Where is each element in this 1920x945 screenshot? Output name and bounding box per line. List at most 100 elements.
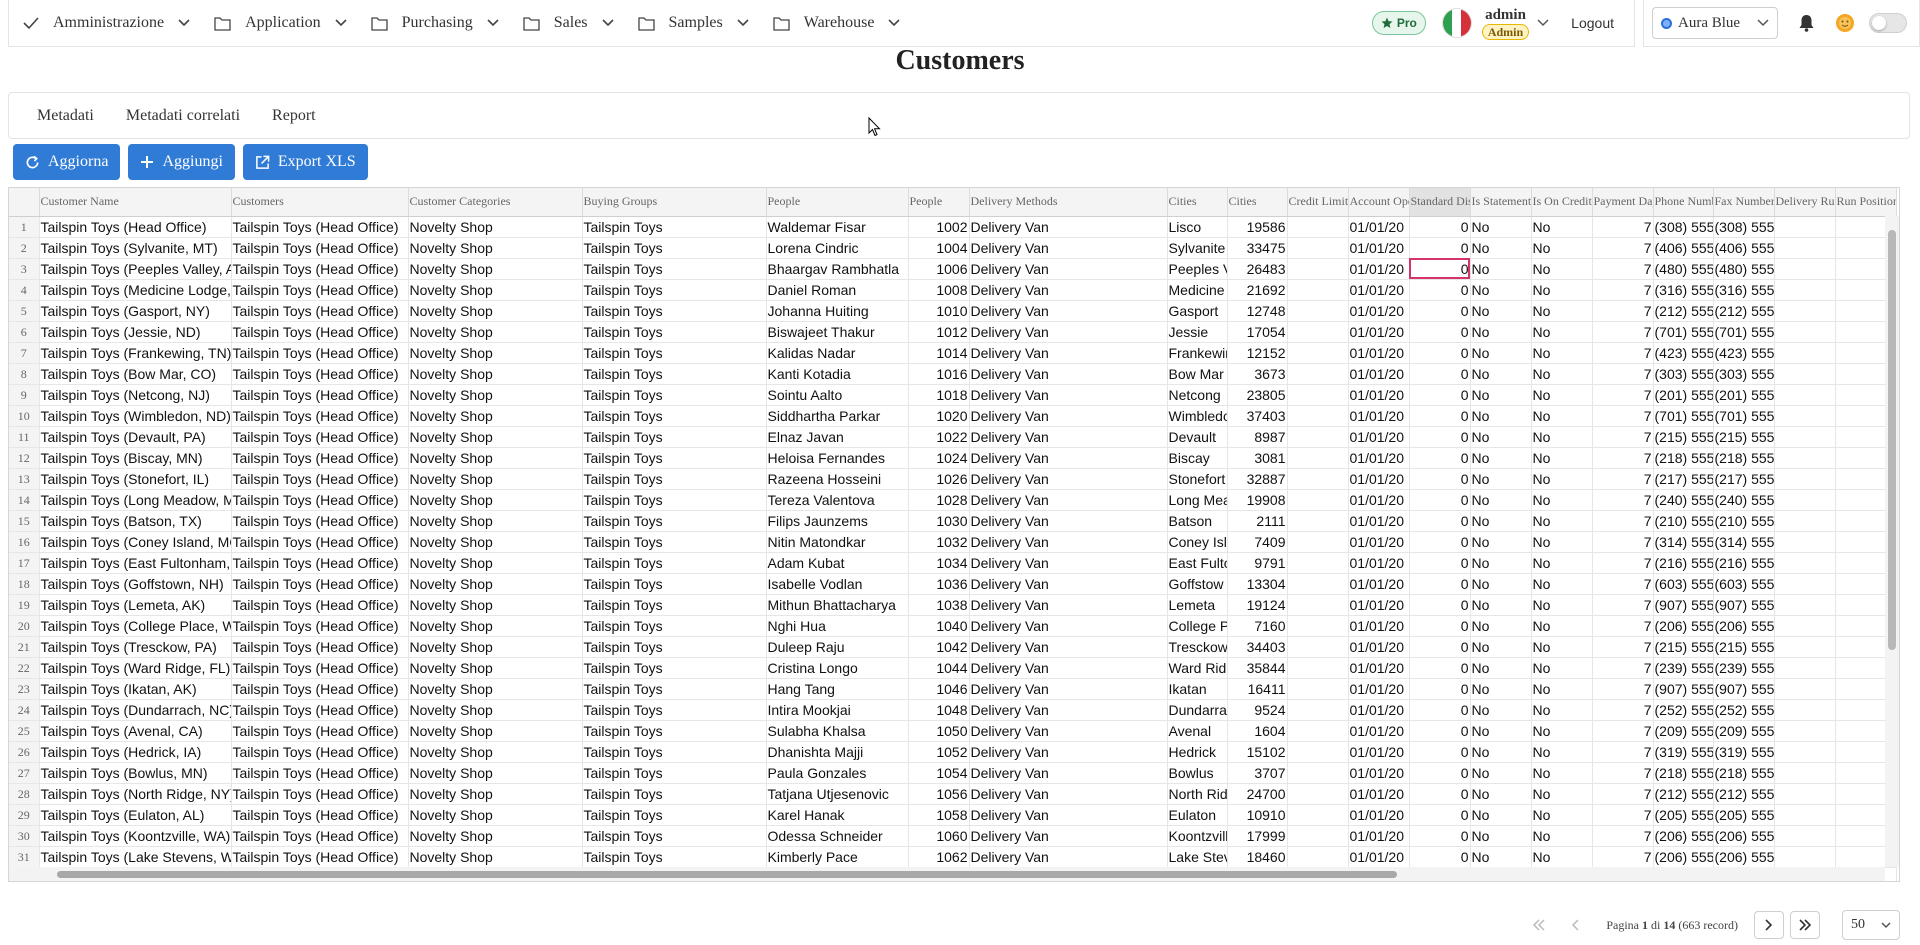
table-cell[interactable]: [1774, 342, 1836, 364]
table-cell[interactable]: 7: [1592, 783, 1654, 805]
column-header[interactable]: Credit Limit: [1287, 188, 1349, 217]
table-cell[interactable]: No: [1531, 573, 1593, 595]
table-cell[interactable]: [1774, 531, 1836, 553]
table-cell[interactable]: 1042: [908, 636, 970, 658]
table-cell[interactable]: Tailspin Toys (Head Office): [231, 258, 409, 280]
column-header[interactable]: Phone Number: [1653, 188, 1714, 217]
table-cell[interactable]: Delivery Van: [969, 741, 1168, 763]
table-cell[interactable]: 0: [1409, 342, 1471, 364]
table-cell[interactable]: 0: [1409, 531, 1471, 553]
table-cell[interactable]: (308) 555: [1653, 216, 1714, 238]
table-cell[interactable]: No: [1470, 342, 1532, 364]
table-cell[interactable]: (423) 555: [1653, 342, 1714, 364]
table-cell[interactable]: (206) 555: [1653, 615, 1714, 637]
table-cell[interactable]: 1020: [908, 405, 970, 427]
table-cell[interactable]: Koontzvill: [1167, 825, 1228, 847]
table-cell[interactable]: 0: [1409, 804, 1471, 826]
table-cell[interactable]: Novelty Shop: [408, 825, 583, 847]
table-cell[interactable]: Tailspin Toys: [582, 531, 767, 553]
table-cell[interactable]: No: [1531, 825, 1593, 847]
table-cell[interactable]: Novelty Shop: [408, 384, 583, 406]
table-cell[interactable]: [1287, 342, 1349, 364]
table-cell[interactable]: Tailspin Toys (Long Meadow, MD): [39, 489, 232, 511]
table-cell[interactable]: 7: [1592, 636, 1654, 658]
table-cell[interactable]: No: [1531, 321, 1593, 343]
table-cell[interactable]: Novelty Shop: [408, 552, 583, 574]
table-cell[interactable]: Tailspin Toys (Head Office): [231, 720, 409, 742]
table-cell[interactable]: No: [1470, 363, 1532, 385]
table-cell[interactable]: Novelty Shop: [408, 489, 583, 511]
table-cell[interactable]: Delivery Van: [969, 552, 1168, 574]
table-row[interactable]: 6 Tailspin Toys (Jessie, ND) Tailspin Toys…: [9, 321, 1897, 343]
table-cell[interactable]: 1032: [908, 531, 970, 553]
table-cell[interactable]: Tailspin Toys (Head Office): [231, 783, 409, 805]
table-row[interactable]: 17Tailspin Toys (East Fultonham, OH)Tail…: [9, 552, 1897, 574]
table-cell[interactable]: 01/01/20: [1348, 489, 1410, 511]
table-cell[interactable]: Nitin Matondkar: [766, 531, 909, 553]
table-cell[interactable]: Tailspin Toys: [582, 216, 767, 238]
table-cell[interactable]: 7: [1592, 447, 1654, 469]
table-cell[interactable]: Delivery Van: [969, 405, 1168, 427]
table-cell[interactable]: Tailspin Toys (Head Office): [39, 216, 232, 238]
table-row[interactable]: 19 Tailspin Toys (Lemeta, AK) Tailspin Toy…: [9, 594, 1897, 616]
table-cell[interactable]: 0: [1409, 405, 1471, 427]
table-cell[interactable]: Novelty Shop: [408, 741, 583, 763]
table-cell[interactable]: [1774, 741, 1836, 763]
table-cell[interactable]: Tatjana Utjesenovic: [766, 783, 909, 805]
table-cell[interactable]: (216) 555: [1713, 552, 1775, 574]
table-cell[interactable]: Tailspin Toys (Goffstown, NH): [39, 573, 232, 595]
table-cell[interactable]: [1774, 258, 1836, 280]
table-cell[interactable]: [1774, 594, 1836, 616]
table-cell[interactable]: Tailspin Toys: [582, 510, 767, 532]
table-cell[interactable]: Tailspin Toys (Head Office): [231, 657, 409, 679]
table-cell[interactable]: No: [1470, 510, 1532, 532]
table-cell[interactable]: 0: [1409, 300, 1471, 322]
table-cell[interactable]: (252) 555: [1653, 699, 1714, 721]
table-cell[interactable]: No: [1531, 594, 1593, 616]
nav-menu-purchasing[interactable]: Purchasing: [359, 0, 511, 46]
table-cell[interactable]: Tailspin Toys (Biscay, MN): [39, 447, 232, 469]
table-cell[interactable]: Novelty Shop: [408, 804, 583, 826]
table-cell[interactable]: [1287, 846, 1349, 868]
table-cell[interactable]: Siddhartha Parkar: [766, 405, 909, 427]
table-cell[interactable]: Tailspin Toys (Frankewing, TN): [39, 342, 232, 364]
table-cell[interactable]: Tailspin Toys (Bowlus, MN): [39, 762, 232, 784]
table-cell[interactable]: Razeena Hosseini: [766, 468, 909, 490]
table-cell[interactable]: [1774, 510, 1836, 532]
table-cell[interactable]: 1062: [908, 846, 970, 868]
table-cell[interactable]: 33475: [1227, 237, 1288, 259]
table-cell[interactable]: [1287, 657, 1349, 679]
table-cell[interactable]: 7: [1592, 489, 1654, 511]
table-cell[interactable]: Tailspin Toys (Head Office): [231, 762, 409, 784]
table-cell[interactable]: Delivery Van: [969, 846, 1168, 868]
table-cell[interactable]: [1774, 720, 1836, 742]
table-cell[interactable]: [1287, 363, 1349, 385]
table-cell[interactable]: 1030: [908, 510, 970, 532]
table-cell[interactable]: Duleep Raju: [766, 636, 909, 658]
table-cell[interactable]: 01/01/20: [1348, 846, 1410, 868]
table-cell[interactable]: Delivery Van: [969, 279, 1168, 301]
table-cell[interactable]: No: [1470, 594, 1532, 616]
table-cell[interactable]: [1287, 531, 1349, 553]
table-cell[interactable]: Goffstow: [1167, 573, 1228, 595]
table-cell[interactable]: Delivery Van: [969, 237, 1168, 259]
table-cell[interactable]: 9791: [1227, 552, 1288, 574]
table-cell[interactable]: No: [1531, 384, 1593, 406]
table-cell[interactable]: 21692: [1227, 279, 1288, 301]
table-cell[interactable]: Elnaz Javan: [766, 426, 909, 448]
table-cell[interactable]: Tailspin Toys (Head Office): [231, 300, 409, 322]
table-cell[interactable]: Tailspin Toys (Head Office): [231, 825, 409, 847]
table-cell[interactable]: [1287, 552, 1349, 574]
table-cell[interactable]: Delivery Van: [969, 804, 1168, 826]
table-cell[interactable]: Waldemar Fisar: [766, 216, 909, 238]
table-cell[interactable]: (216) 555: [1653, 552, 1714, 574]
table-cell[interactable]: Novelty Shop: [408, 258, 583, 280]
table-cell[interactable]: Delivery Van: [969, 636, 1168, 658]
table-cell[interactable]: Tailspin Toys: [582, 405, 767, 427]
table-cell[interactable]: 3081: [1227, 447, 1288, 469]
table-cell[interactable]: (423) 555: [1713, 342, 1775, 364]
table-cell[interactable]: Peeples V: [1167, 258, 1228, 280]
table-cell[interactable]: Kimberly Pace: [766, 846, 909, 868]
table-cell[interactable]: Tailspin Toys (North Ridge, NY): [39, 783, 232, 805]
table-cell[interactable]: Tailspin Toys: [582, 720, 767, 742]
